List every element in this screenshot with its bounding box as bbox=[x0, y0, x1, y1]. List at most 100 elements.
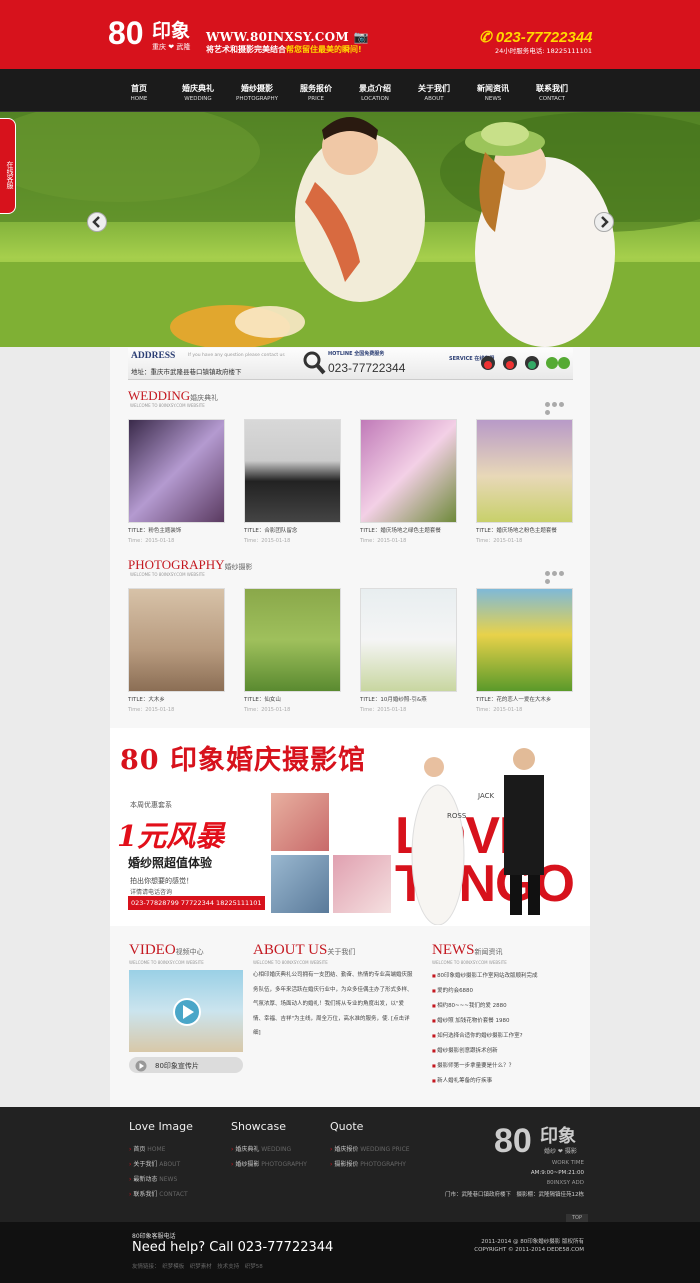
hotline-label: HOTLINE 全国免费服务 bbox=[328, 351, 385, 357]
wedding-card[interactable]: TITLE：婚庆场地之粉色主题套餐 Time：2015-01-18 bbox=[476, 419, 573, 544]
address-title: ADDRESS bbox=[131, 351, 176, 361]
svg-text:80: 80 bbox=[494, 1122, 532, 1160]
footer-link-news[interactable]: 最新动态 NEWS bbox=[129, 1174, 177, 1183]
footer-col-quote: Quote bbox=[330, 1120, 364, 1133]
qq-icons[interactable] bbox=[480, 355, 572, 371]
photography-subtitle: WELCOME TO 80INXSY.COM WEBSITE bbox=[130, 572, 205, 577]
photography-photo[interactable] bbox=[128, 588, 225, 692]
photo-card[interactable]: TITLE：10月婚纱照-引&燕 Time：2015-01-18 bbox=[360, 588, 457, 713]
news-heading: NEWS新闻资讯 bbox=[432, 942, 503, 958]
news-list: 80印象婚纱摄影工作室网站改版顺利完成 爱的约会6880 相约80~~~我们的爱… bbox=[432, 968, 577, 1088]
news-item[interactable]: 相约80~~~我们的爱 2880 bbox=[432, 998, 577, 1013]
footer-link-photography[interactable]: 婚纱摄影 PHOTOGRAPHY bbox=[231, 1159, 307, 1168]
camera-icon: 📷 bbox=[353, 30, 369, 44]
wedding-card[interactable]: TITLE：粉色主题装饰 Time：2015-01-18 bbox=[128, 419, 225, 544]
nav-location[interactable]: 景点介绍 LOCATION bbox=[347, 83, 403, 102]
card-time: Time：2015-01-18 bbox=[360, 538, 407, 544]
photography-photo[interactable] bbox=[244, 588, 341, 692]
card-title[interactable]: TITLE：合影团队留念 bbox=[244, 526, 341, 534]
photo-card[interactable]: TITLE：花的恋人一爱在大木乡 Time：2015-01-18 bbox=[476, 588, 573, 713]
card-title[interactable]: TITLE：婚庆场地之绿色主题套餐 bbox=[360, 526, 457, 534]
footer-link-about[interactable]: 关于我们 ABOUT bbox=[129, 1159, 180, 1168]
card-time: Time：2015-01-18 bbox=[476, 707, 523, 713]
copyright-line-2: COPYRIGHT © 2011-2014 DEDE58.COM bbox=[474, 1247, 584, 1253]
news-item[interactable]: 摄影师第一步拿量要是什么？？ bbox=[432, 1058, 577, 1073]
ad-phone: 023-77828799 77722344 18225111101 bbox=[128, 896, 265, 910]
footer-link-wedding[interactable]: 婚庆典礼 WEDDING bbox=[231, 1144, 291, 1153]
footer-link-wedding-price[interactable]: 婚庆报价 WEDDING PRICE bbox=[330, 1144, 409, 1153]
card-time: Time：2015-01-18 bbox=[128, 707, 175, 713]
card-title[interactable]: TITLE：10月婚纱照-引&燕 bbox=[360, 695, 457, 703]
bottom-bar bbox=[0, 1222, 700, 1283]
ad-title: 80 印象婚庆摄影馆 bbox=[120, 745, 366, 776]
card-title[interactable]: TITLE：仙女山 bbox=[244, 695, 341, 703]
footer-col-showcase: Showcase bbox=[231, 1120, 286, 1133]
video-subtitle: WELCOME TO 80INXSY.COM WEBSITE bbox=[129, 960, 204, 965]
friend-links[interactable]: 友情链接： 织梦模板 织梦素材 技术支持 织梦58 bbox=[132, 1262, 263, 1270]
ad-call-label: 详情请电话咨询 bbox=[130, 889, 173, 896]
photo-card[interactable]: TITLE：大木乡 Time：2015-01-18 bbox=[128, 588, 225, 713]
news-item[interactable]: 爱的约会6880 bbox=[432, 983, 577, 998]
couple-illustration bbox=[411, 748, 544, 925]
news-item[interactable]: 新人婚礼筹备的疗疾事 bbox=[432, 1073, 577, 1088]
logo-subtitle: 重庆 ❤ 武隆 bbox=[152, 43, 191, 51]
wedding-card[interactable]: TITLE：婚庆场地之绿色主题套餐 Time：2015-01-18 bbox=[360, 419, 457, 544]
video-promo-button[interactable]: 80印象宣传片 bbox=[129, 1057, 243, 1073]
nav-home[interactable]: 首页 HOME bbox=[111, 83, 167, 102]
play-icon[interactable] bbox=[173, 998, 201, 1026]
photography-photo[interactable] bbox=[476, 588, 573, 692]
banner-next-button[interactable] bbox=[594, 212, 614, 232]
wedding-photo[interactable] bbox=[128, 419, 225, 523]
wedding-photo[interactable] bbox=[244, 419, 341, 523]
card-title[interactable]: TITLE：大木乡 bbox=[128, 695, 225, 703]
wedding-card[interactable]: TITLE：合影团队留念 Time：2015-01-18 bbox=[244, 419, 341, 544]
wedding-more-dots[interactable] bbox=[545, 401, 571, 415]
slogan: 将艺术和摄影完美结合帮您留住最美的瞬间! bbox=[206, 45, 362, 54]
news-item[interactable]: 婚纱摄影创意跟拆术创新 bbox=[432, 1043, 577, 1058]
card-title[interactable]: TITLE：花的恋人一爱在大木乡 bbox=[476, 695, 573, 703]
nav-about[interactable]: 关于我们 ABOUT bbox=[406, 83, 462, 102]
ad-big-offer: 1元风暴 bbox=[117, 819, 225, 853]
nav-contact[interactable]: 联系我们 CONTACT bbox=[524, 83, 580, 102]
footer-link-home[interactable]: 首页 HOME bbox=[129, 1144, 165, 1153]
logo-80-mark[interactable]: 80 bbox=[108, 14, 150, 50]
wedding-photo[interactable] bbox=[476, 419, 573, 523]
footer-link-photo-price[interactable]: 摄影报价 PHOTOGRAPHY bbox=[330, 1159, 406, 1168]
card-title[interactable]: TITLE：粉色主题装饰 bbox=[128, 526, 225, 534]
site-url: WWW.80INXSY.COM 📷 bbox=[206, 30, 369, 44]
photography-heading: PHOTOGRAPHY婚纱摄影 bbox=[128, 557, 253, 572]
nav-news[interactable]: 新闻资讯 NEWS bbox=[465, 83, 521, 102]
footer-link-contact[interactable]: 联系我们 CONTACT bbox=[129, 1189, 187, 1198]
ad-photo bbox=[271, 793, 329, 851]
nav-wedding[interactable]: 婚庆典礼 WEDDING bbox=[170, 83, 226, 102]
wedding-photo[interactable] bbox=[360, 419, 457, 523]
news-item[interactable]: 80印象婚纱摄影工作室网站改版顺利完成 bbox=[432, 968, 577, 983]
card-time: Time：2015-01-18 bbox=[244, 707, 291, 713]
video-thumbnail[interactable] bbox=[129, 970, 243, 1052]
ad-photo bbox=[271, 855, 329, 913]
footer-col-love-image: Love Image bbox=[129, 1120, 193, 1133]
photography-photo[interactable] bbox=[360, 588, 457, 692]
footer-logo-sub: 婚纱 ❤ 摄影 bbox=[544, 1148, 577, 1155]
photography-more-dots[interactable] bbox=[545, 570, 571, 584]
nav-price[interactable]: 服务报价 PRICE bbox=[288, 83, 344, 102]
photo-card[interactable]: TITLE：仙女山 Time：2015-01-18 bbox=[244, 588, 341, 713]
main-nav: 首页 HOME 婚庆典礼 WEDDING 婚纱摄影 PHOTOGRAPHY 服务报价 P… bbox=[0, 69, 700, 112]
chevron-left-icon bbox=[92, 216, 100, 228]
banner-prev-button[interactable] bbox=[87, 212, 107, 232]
online-service-tab[interactable]: 在线客服 bbox=[0, 118, 16, 214]
add-label: 80INXSY ADD bbox=[546, 1180, 584, 1186]
ad-feel: 拍出你想要的感觉！ bbox=[130, 877, 193, 885]
card-time: Time：2015-01-18 bbox=[360, 707, 407, 713]
ad-photo bbox=[333, 855, 391, 913]
news-item[interactable]: 如何选择合适你的婚纱摄影工作室? bbox=[432, 1028, 577, 1043]
news-item[interactable]: 婚纱照 加钱花物价套餐 1980 bbox=[432, 1013, 577, 1028]
card-title[interactable]: TITLE：婚庆场地之粉色主题套餐 bbox=[476, 526, 573, 534]
ad-week-label: 本周优惠套系 bbox=[130, 801, 172, 809]
service-icons bbox=[480, 355, 572, 373]
nav-photography[interactable]: 婚纱摄影 PHOTOGRAPHY bbox=[229, 83, 285, 102]
ad-ross-label: ROSS bbox=[447, 812, 467, 820]
about-text: 心相印婚庆典礼公司拥有一支团结、勤奋、热情的专业高端婚庆服务队伍，多年来活跃在婚… bbox=[253, 972, 413, 1036]
logo-text: 印象 bbox=[152, 20, 191, 42]
footer-logo-80-mark: 80 bbox=[494, 1122, 532, 1160]
